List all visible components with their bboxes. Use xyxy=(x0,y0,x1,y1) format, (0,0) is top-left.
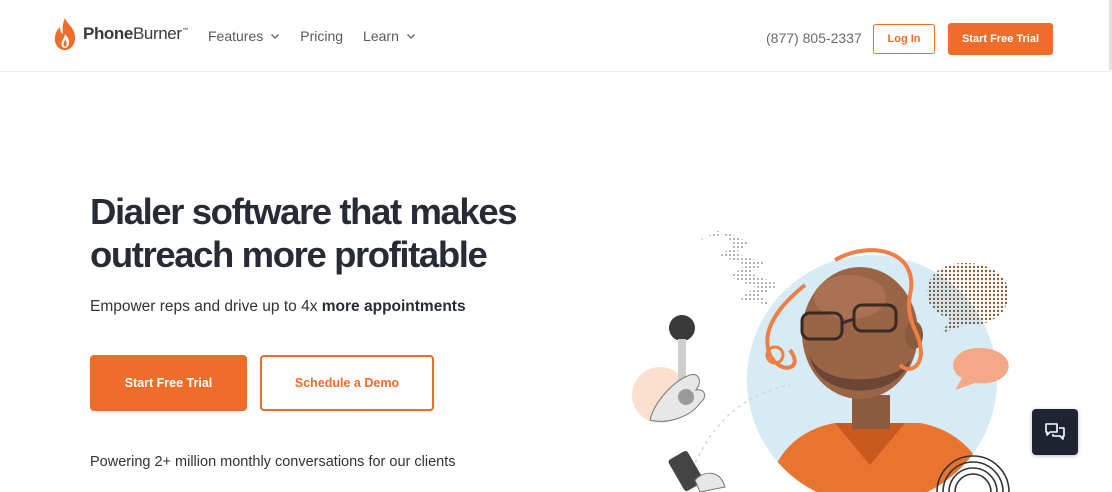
nav-item-features[interactable]: Features xyxy=(208,28,280,44)
nav-item-label: Features xyxy=(208,28,264,44)
nav-item-label: Pricing xyxy=(300,28,344,44)
hero-illustration xyxy=(632,230,1010,492)
logo-wordmark: Phone Burner ™ xyxy=(83,24,189,44)
nav-item-learn[interactable]: Learn xyxy=(363,28,416,44)
site-header: Phone Burner ™ Features Pricing Learn (877… xyxy=(0,0,1112,72)
hero-subtitle-text: Empower reps and drive up to 4x xyxy=(90,298,322,315)
hero-subtitle: Empower reps and drive up to 4x more app… xyxy=(90,298,466,316)
nav-item-label: Learn xyxy=(363,28,399,44)
logo[interactable]: Phone Burner ™ xyxy=(52,16,189,52)
chat-bubbles-icon xyxy=(1045,423,1065,440)
phone-link[interactable]: (877) 805-2337 xyxy=(766,30,862,46)
start-free-trial-button[interactable]: Start Free Trial xyxy=(90,355,247,411)
flame-icon xyxy=(54,18,76,50)
zigzag-pattern xyxy=(700,230,780,305)
hero-subtitle-bold: more appointments xyxy=(321,298,466,315)
nav-item-pricing[interactable]: Pricing xyxy=(300,28,343,44)
hero-title-line-2: outreach more profitable xyxy=(90,234,488,275)
hero-title: Dialer software that makes outreach more… xyxy=(90,190,550,276)
logo-text-light: Burner xyxy=(132,24,182,43)
chat-launcher-button[interactable] xyxy=(1032,409,1078,455)
main-nav: Features Pricing Learn xyxy=(208,28,416,44)
chevron-down-icon xyxy=(406,34,415,39)
chevron-down-icon xyxy=(271,34,280,39)
microphone xyxy=(669,315,695,341)
trademark: ™ xyxy=(182,28,189,34)
powering-text: Powering 2+ million monthly conversation… xyxy=(90,454,456,470)
start-free-trial-header-button[interactable]: Start Free Trial xyxy=(948,23,1053,55)
login-button[interactable]: Log In xyxy=(873,24,935,54)
logo-text-bold: Phone xyxy=(83,24,133,43)
schedule-demo-button[interactable]: Schedule a Demo xyxy=(260,355,434,411)
hero-title-line-1: Dialer software that makes xyxy=(90,191,518,232)
